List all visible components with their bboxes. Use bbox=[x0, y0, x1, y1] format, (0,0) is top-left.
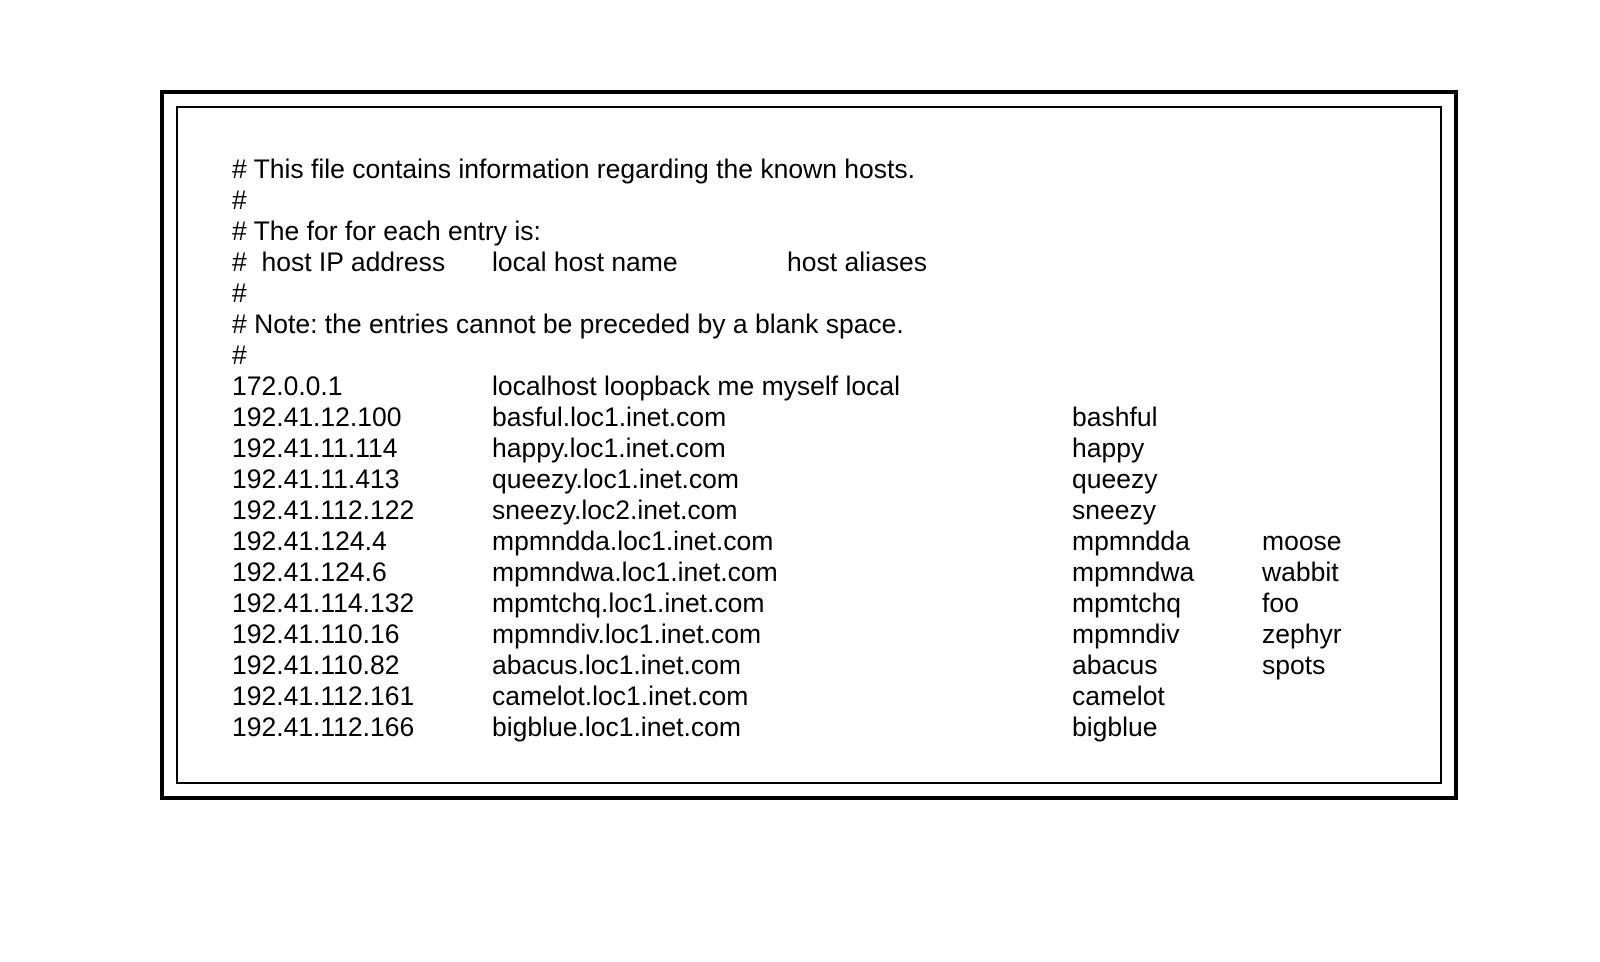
hosts-entries: 172.0.0.1localhost loopback me myself lo… bbox=[232, 371, 1386, 743]
host-entry: 192.41.124.4mpmndda.loc1.inet.commpmndda… bbox=[232, 526, 1386, 557]
host-ip: 192.41.110.82 bbox=[232, 650, 492, 681]
host-alias-1: happy bbox=[1072, 433, 1262, 464]
host-name: abacus.loc1.inet.com bbox=[492, 650, 1072, 681]
host-name: mpmndwa.loc1.inet.com bbox=[492, 557, 1072, 588]
host-alias-1: mpmndiv bbox=[1072, 619, 1262, 650]
host-name: basful.loc1.inet.com bbox=[492, 402, 1072, 433]
host-name: mpmndiv.loc1.inet.com bbox=[492, 619, 1072, 650]
host-name: mpmtchq.loc1.inet.com bbox=[492, 588, 1072, 619]
host-alias-1 bbox=[1072, 371, 1262, 402]
host-ip: 192.41.11.413 bbox=[232, 464, 492, 495]
host-entry: 192.41.124.6mpmndwa.loc1.inet.commpmndwa… bbox=[232, 557, 1386, 588]
host-alias-2: spots bbox=[1262, 650, 1325, 681]
comment-line: # Note: the entries cannot be preceded b… bbox=[232, 309, 1386, 340]
comment-line: # The for for each entry is: bbox=[232, 216, 1386, 247]
host-entry: 192.41.110.16mpmndiv.loc1.inet.commpmndi… bbox=[232, 619, 1386, 650]
host-ip: 172.0.0.1 bbox=[232, 371, 492, 402]
host-alias-1: bashful bbox=[1072, 402, 1262, 433]
comment-line: # bbox=[232, 278, 1386, 309]
host-ip: 192.41.112.166 bbox=[232, 712, 492, 743]
host-entry: 172.0.0.1localhost loopback me myself lo… bbox=[232, 371, 1386, 402]
host-entry: 192.41.110.82abacus.loc1.inet.comabacuss… bbox=[232, 650, 1386, 681]
comment-header-line: # host IP address local host name host a… bbox=[232, 247, 1386, 278]
host-name: localhost loopback me myself local bbox=[492, 371, 1072, 402]
host-name: sneezy.loc2.inet.com bbox=[492, 495, 1072, 526]
host-entry: 192.41.11.114happy.loc1.inet.comhappy bbox=[232, 433, 1386, 464]
host-ip: 192.41.11.114 bbox=[232, 433, 492, 464]
host-alias-1: mpmndwa bbox=[1072, 557, 1262, 588]
host-name: queezy.loc1.inet.com bbox=[492, 464, 1072, 495]
host-ip: 192.41.124.4 bbox=[232, 526, 492, 557]
host-name: happy.loc1.inet.com bbox=[492, 433, 1072, 464]
host-name: bigblue.loc1.inet.com bbox=[492, 712, 1072, 743]
host-alias-2: moose bbox=[1262, 526, 1342, 557]
document-body: # This file contains information regardi… bbox=[176, 106, 1442, 784]
header-ip: # host IP address bbox=[232, 247, 492, 278]
host-entry: 192.41.112.161camelot.loc1.inet.comcamel… bbox=[232, 681, 1386, 712]
host-ip: 192.41.110.16 bbox=[232, 619, 492, 650]
comment-line: # bbox=[232, 185, 1386, 216]
host-name: mpmndda.loc1.inet.com bbox=[492, 526, 1072, 557]
host-entry: 192.41.12.100basful.loc1.inet.combashful bbox=[232, 402, 1386, 433]
host-entry: 192.41.112.122sneezy.loc2.inet.comsneezy bbox=[232, 495, 1386, 526]
comment-line: # bbox=[232, 340, 1386, 371]
host-name: camelot.loc1.inet.com bbox=[492, 681, 1072, 712]
host-alias-1: camelot bbox=[1072, 681, 1262, 712]
host-entry: 192.41.112.166bigblue.loc1.inet.combigbl… bbox=[232, 712, 1386, 743]
host-alias-1: sneezy bbox=[1072, 495, 1262, 526]
host-entry: 192.41.114.132mpmtchq.loc1.inet.commpmtc… bbox=[232, 588, 1386, 619]
host-ip: 192.41.112.122 bbox=[232, 495, 492, 526]
host-ip: 192.41.124.6 bbox=[232, 557, 492, 588]
host-ip: 192.41.114.132 bbox=[232, 588, 492, 619]
header-name: local host name bbox=[492, 247, 787, 278]
host-alias-1: mpmtchq bbox=[1072, 588, 1262, 619]
host-alias-1: queezy bbox=[1072, 464, 1262, 495]
host-alias-1: bigblue bbox=[1072, 712, 1262, 743]
host-alias-2: zephyr bbox=[1262, 619, 1342, 650]
host-alias-1: abacus bbox=[1072, 650, 1262, 681]
host-alias-2: foo bbox=[1262, 588, 1299, 619]
host-ip: 192.41.112.161 bbox=[232, 681, 492, 712]
host-alias-2: wabbit bbox=[1262, 557, 1339, 588]
host-alias-1: mpmndda bbox=[1072, 526, 1262, 557]
host-ip: 192.41.12.100 bbox=[232, 402, 492, 433]
document-frame: # This file contains information regardi… bbox=[160, 90, 1458, 800]
header-alias: host aliases bbox=[787, 247, 927, 278]
host-entry: 192.41.11.413queezy.loc1.inet.comqueezy bbox=[232, 464, 1386, 495]
comment-line: # This file contains information regardi… bbox=[232, 154, 1386, 185]
